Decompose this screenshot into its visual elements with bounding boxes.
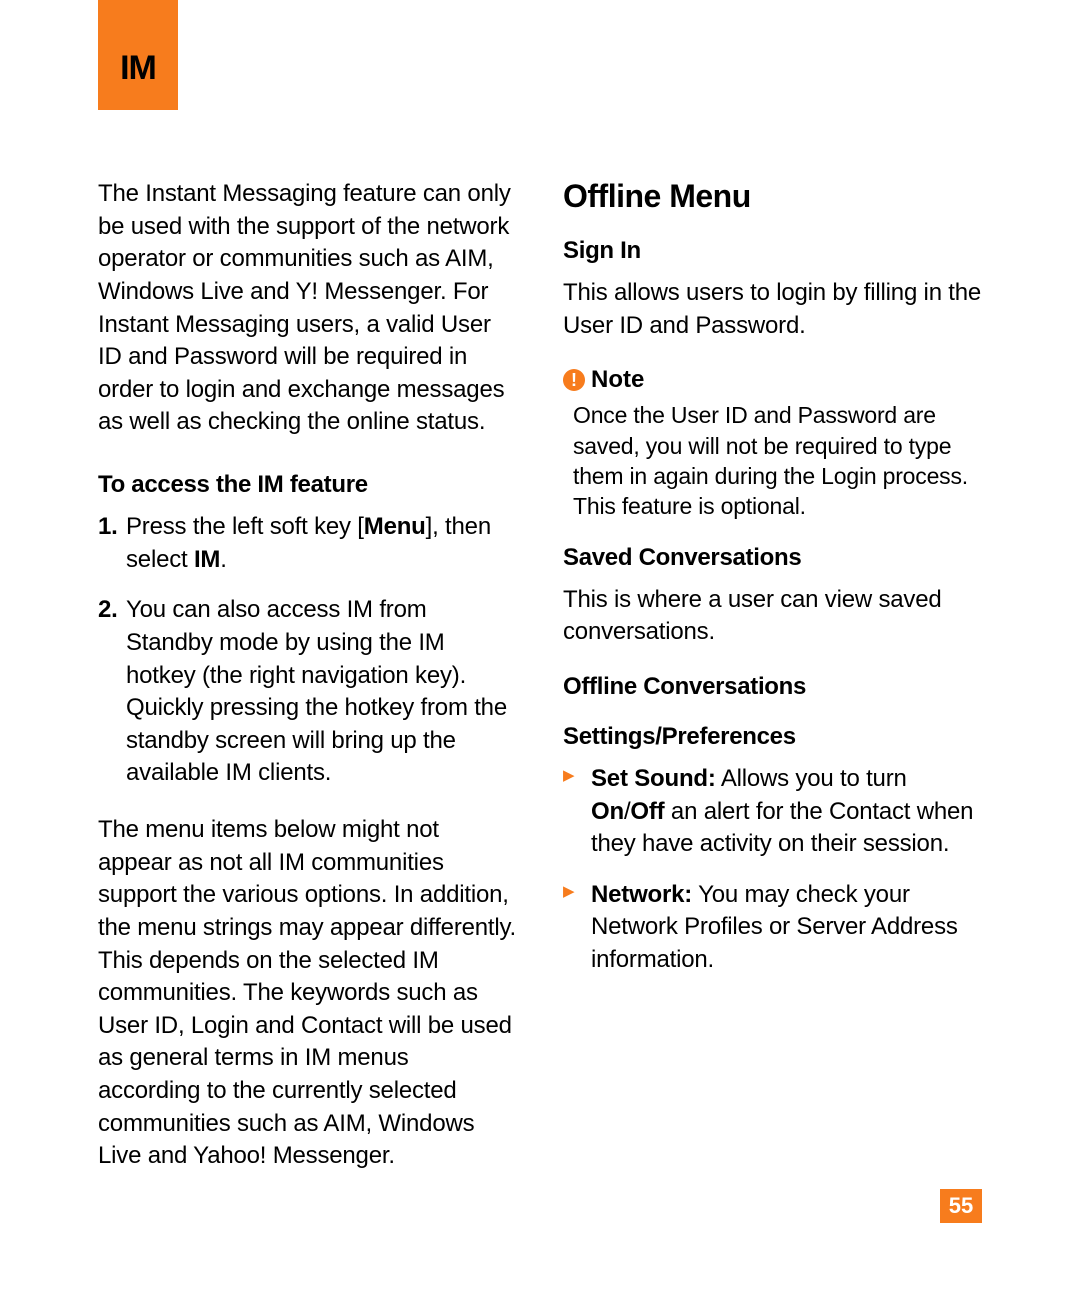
signin-heading: Sign In [563, 237, 982, 265]
access-steps-list: Press the left soft key [Menu], then sel… [98, 511, 517, 790]
page-number-badge: 55 [940, 1189, 982, 1223]
left-column: The Instant Messaging feature can only b… [98, 178, 517, 1197]
access-heading: To access the IM feature [98, 471, 517, 499]
intro-paragraph: The Instant Messaging feature can only b… [98, 178, 517, 439]
network-label: Network: [591, 881, 692, 908]
note-label: Note [591, 366, 644, 394]
step1-text-a: Press the left soft key [ [126, 513, 364, 540]
chapter-tab: IM [98, 0, 178, 110]
settings-item-network: Network: You may check your Network Prof… [563, 879, 982, 977]
signin-body: This allows users to login by filling in… [563, 277, 982, 342]
step1-bold-im: IM [194, 546, 220, 573]
content-columns: The Instant Messaging feature can only b… [98, 178, 982, 1197]
chapter-tab-label: IM [120, 49, 156, 88]
set-sound-on: On [591, 798, 624, 825]
settings-item-sound: Set Sound: Allows you to turn On/Off an … [563, 763, 982, 861]
note-body: Once the User ID and Password are saved,… [573, 400, 982, 521]
offline-conv-heading: Offline Conversations [563, 673, 982, 701]
set-sound-off: Off [630, 798, 664, 825]
right-column: Offline Menu Sign In This allows users t… [563, 178, 982, 1197]
disclaimer-paragraph: The menu items below might not appear as… [98, 814, 517, 1173]
saved-conv-body: This is where a user can view saved conv… [563, 584, 982, 649]
settings-heading: Settings/Preferences [563, 723, 982, 751]
page-number: 55 [949, 1193, 973, 1219]
set-sound-label: Set Sound: [591, 765, 716, 792]
access-step-1: Press the left soft key [Menu], then sel… [98, 511, 517, 576]
set-sound-text-b: Allows you to turn [716, 765, 907, 792]
note-heading: ! Note [563, 366, 982, 394]
offline-menu-heading: Offline Menu [563, 178, 982, 215]
step1-text-e: . [220, 546, 226, 573]
settings-list: Set Sound: Allows you to turn On/Off an … [563, 763, 982, 977]
alert-icon: ! [563, 369, 585, 391]
saved-conv-heading: Saved Conversations [563, 544, 982, 572]
manual-page: IM The Instant Messaging feature can onl… [0, 0, 1080, 1295]
step1-bold-menu: Menu [364, 513, 426, 540]
access-step-2: You can also access IM from Standby mode… [98, 594, 517, 790]
